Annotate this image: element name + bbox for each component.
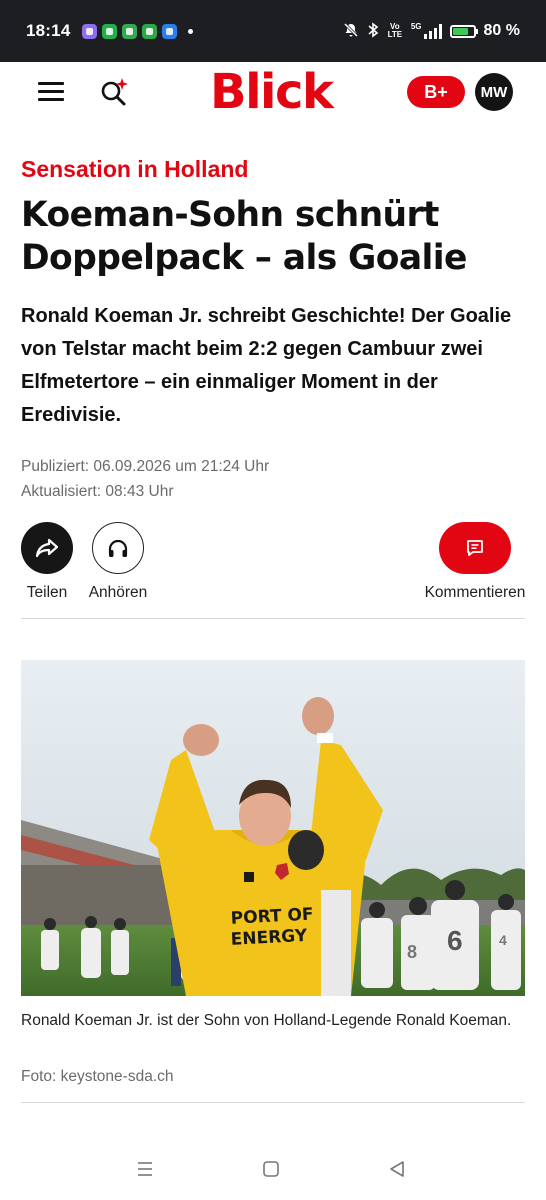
headphones-icon [108, 539, 128, 557]
notification-icons [82, 23, 194, 39]
back-triangle-icon [390, 1161, 404, 1177]
blick-logo[interactable]: Blick [210, 66, 334, 118]
blick-plus-button[interactable]: B+ [407, 76, 465, 108]
listen-label: Anhören [88, 584, 148, 601]
svg-text:8: 8 [407, 942, 417, 962]
article-headline: Koeman-Sohn schnürt Doppelpack – als Goa… [21, 195, 467, 278]
jersey-text-line2: ENERGY [230, 926, 308, 950]
site-header: Blick B+ MW [0, 62, 546, 122]
app-icon-green [122, 23, 138, 39]
share-circle[interactable] [21, 522, 73, 574]
ai-search-button[interactable] [98, 76, 130, 108]
published-date: Publiziert: 06.09.2026 um 21:24 Uhr [21, 458, 270, 475]
goalkeeper-celebration-image: 6 8 4 PORT OF ENERGY [21, 660, 525, 996]
listen-circle[interactable] [92, 522, 144, 574]
updated-date: Aktualisiert: 08:43 Uhr [21, 482, 174, 500]
recent-apps-button[interactable] [136, 1160, 154, 1183]
bluetooth-icon [367, 21, 379, 41]
svg-text:6: 6 [447, 925, 463, 956]
app-icon-green [102, 23, 118, 39]
more-notifications-dot [188, 28, 194, 34]
home-button[interactable] [262, 1160, 280, 1183]
key-icon [162, 23, 178, 39]
battery-icon [449, 24, 478, 38]
user-avatar[interactable]: MW [475, 73, 513, 111]
listen-button[interactable]: Anhören [84, 522, 152, 602]
app-icon-purple [82, 23, 98, 39]
sparkle-search-icon [101, 78, 128, 106]
article-kicker: Sensation in Holland [21, 156, 249, 182]
comment-icon [467, 540, 483, 556]
back-button[interactable] [388, 1160, 406, 1183]
menu-lines-icon [138, 1162, 152, 1176]
menu-button[interactable] [38, 82, 64, 102]
divider [21, 618, 525, 619]
volte-indicator: Vo LTE [387, 22, 403, 39]
network-type: 5G [410, 22, 422, 31]
comment-pill[interactable] [439, 522, 511, 574]
share-arrow-icon [35, 538, 59, 558]
photo-caption: Ronald Koeman Jr. ist der Sohn von Holla… [21, 1012, 512, 1029]
divider [21, 1102, 525, 1103]
share-label: Teilen [26, 584, 68, 601]
comment-label: Kommentieren [424, 584, 526, 601]
article-meta: Publiziert: 06.09.2026 um 21:24 Uhr Aktu… [21, 455, 269, 504]
status-time: 18:14 [26, 21, 71, 40]
svg-text:4: 4 [499, 932, 507, 948]
shield-icon [142, 23, 158, 39]
article-lead: Ronald Koeman Jr. schreibt Geschichte! D… [21, 305, 512, 426]
photo-credit: Foto: keystone-sda.ch [21, 1068, 174, 1085]
system-indicators: Vo LTE 5G 80 % [343, 21, 520, 41]
menu-icon [38, 82, 64, 85]
battery-percent: 80 % [483, 22, 520, 39]
share-button[interactable]: Teilen [14, 522, 80, 602]
article-photo[interactable]: 6 8 4 PORT OF ENERGY [21, 660, 525, 996]
signal-icon: 5G [411, 23, 442, 39]
comment-button[interactable]: Kommentieren [412, 522, 538, 602]
status-bar: 18:14 Vo LTE 5G 80 % [0, 0, 546, 62]
mute-icon [343, 22, 359, 41]
system-nav-bar [0, 1140, 546, 1200]
home-square-icon [263, 1161, 279, 1177]
